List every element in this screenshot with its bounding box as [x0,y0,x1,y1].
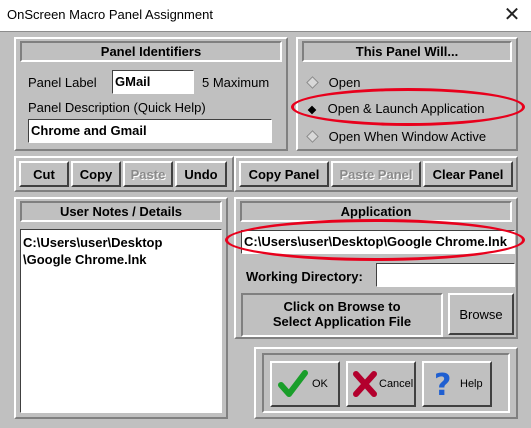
panel-label-input[interactable]: GMail [112,70,194,94]
close-icon[interactable]: ✕ [497,2,527,28]
edit-buttons-group: Cut Copy Paste Undo [14,156,234,192]
panel-label-caption: Panel Label [28,75,97,90]
application-group: Application C:\Users\user\Desktop\Google… [234,197,518,339]
max-hint: 5 Maximum [202,75,270,90]
working-directory-input[interactable] [376,263,515,287]
radio-open-launch[interactable]: Open & Launch Application [307,101,485,116]
radio-open-when-active[interactable]: Open When Window Active [306,129,487,144]
this-panel-will-header-frame: This Panel Will... [302,41,512,62]
working-directory-caption: Working Directory: [246,269,363,284]
user-notes-line-2: \Google Chrome.lnk [23,252,147,267]
cut-button[interactable]: Cut [19,161,69,187]
panel-identifiers-group: Panel Identifiers Panel Label GMail 5 Ma… [14,37,288,151]
user-notes-group: User Notes / Details C:\Users\user\Deskt… [14,197,228,419]
user-notes-line-1: C:\Users\user\Desktop [23,235,163,250]
application-header-frame: Application [240,201,512,222]
cancel-label: Cancel [379,378,414,390]
user-notes-header-frame: User Notes / Details [20,201,222,222]
ok-label: OK [312,378,328,390]
radio-indicator-selected [307,105,317,115]
clear-panel-button[interactable]: Clear Panel [423,161,513,187]
application-header: Application [340,204,412,219]
browse-hint-line-1: Click on Browse to [283,299,401,314]
this-panel-will-group: This Panel Will... Open Open & Launch Ap… [296,37,518,151]
cancel-x-icon [353,371,377,397]
panel-identifiers-header: Panel Identifiers [100,44,202,59]
checkmark-icon [278,370,308,397]
radio-indicator [306,130,319,143]
panel-description-input[interactable]: Chrome and Gmail [28,119,272,143]
radio-open[interactable]: Open [306,75,361,90]
browse-hint-frame: Click on Browse to Select Application Fi… [241,293,443,337]
panel-description-caption: Panel Description (Quick Help) [28,100,206,115]
browse-button[interactable]: Browse [448,293,514,335]
undo-button[interactable]: Undo [175,161,227,187]
title-bar: OnScreen Macro Panel Assignment ✕ [0,0,531,31]
panel-buttons-group: Copy Panel Paste Panel Clear Panel [234,156,518,192]
dialog-buttons-group: OK Cancel ? Help [254,347,518,419]
copy-button[interactable]: Copy [71,161,121,187]
paste-button[interactable]: Paste [123,161,173,187]
help-label: Help [460,378,483,390]
radio-open-label: Open [328,75,361,90]
user-notes-textarea[interactable]: C:\Users\user\Desktop \Google Chrome.lnk [20,229,222,413]
radio-open-when-active-label: Open When Window Active [328,129,487,144]
application-path-input[interactable]: C:\Users\user\Desktop\Google Chrome.lnk [241,230,515,254]
this-panel-will-header: This Panel Will... [355,44,459,59]
cancel-button[interactable]: Cancel [346,361,416,407]
radio-indicator [306,76,319,89]
paste-panel-button[interactable]: Paste Panel [331,161,421,187]
browse-hint-line-2: Select Application File [272,314,412,329]
user-notes-header: User Notes / Details [59,204,183,219]
question-mark-icon: ? [434,369,451,399]
svg-text:?: ? [434,369,451,399]
window-title: OnScreen Macro Panel Assignment [7,7,213,22]
radio-open-launch-label: Open & Launch Application [327,101,485,116]
panel-identifiers-header-frame: Panel Identifiers [20,41,282,62]
copy-panel-button[interactable]: Copy Panel [239,161,329,187]
ok-button[interactable]: OK [270,361,340,407]
help-button[interactable]: ? Help [422,361,492,407]
